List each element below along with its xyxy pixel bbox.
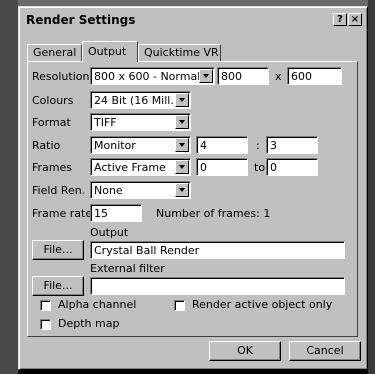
cancel-button[interactable]: Cancel: [289, 341, 361, 361]
render-settings-dialog: Render Settings ? × General Output Quick…: [18, 6, 368, 370]
colours-select[interactable]: 24 Bit (16 Mill.): [90, 91, 191, 109]
ratio-label: Ratio: [32, 139, 61, 152]
format-select-value: TIFF: [94, 116, 117, 129]
tab-output[interactable]: Output: [82, 41, 138, 62]
tab-general[interactable]: General: [27, 44, 82, 61]
frame-rate-label: Frame rate: [32, 207, 93, 220]
alpha-channel-label: Alpha channel: [58, 298, 137, 311]
depth-map-checkbox[interactable]: [40, 319, 51, 330]
frames-label: Frames: [32, 161, 73, 174]
frames-to-input[interactable]: 0: [266, 158, 318, 176]
background-left: [0, 0, 18, 374]
resolution-select[interactable]: 800 x 600 - Normal: [90, 67, 215, 85]
chevron-down-icon[interactable]: [199, 69, 213, 83]
chevron-down-icon[interactable]: [175, 160, 189, 174]
chevron-down-icon[interactable]: [175, 138, 189, 152]
colours-select-value: 24 Bit (16 Mill.): [94, 94, 179, 107]
frame-rate-input[interactable]: 15: [90, 204, 142, 222]
chevron-down-icon[interactable]: [175, 183, 189, 197]
title-bar[interactable]: Render Settings ? ×: [21, 9, 365, 29]
ratio-select-value: Monitor: [94, 139, 136, 152]
render-active-only-label: Render active object only: [192, 298, 333, 311]
ratio-select[interactable]: Monitor: [90, 136, 191, 154]
field-ren-select-value: None: [94, 184, 123, 197]
chevron-down-icon[interactable]: [175, 93, 189, 107]
output-path-input[interactable]: Crystal Ball Render: [90, 241, 345, 259]
field-ren-select[interactable]: None: [90, 181, 191, 199]
resolution-x-label: x: [275, 70, 282, 83]
help-button[interactable]: ?: [333, 13, 347, 26]
external-filter-file-button[interactable]: File...: [32, 276, 84, 296]
depth-map-label: Depth map: [58, 317, 120, 330]
colours-label: Colours: [32, 94, 74, 107]
frames-to-label: to: [254, 161, 266, 174]
frames-select-value: Active Frame: [94, 161, 166, 174]
chevron-down-icon[interactable]: [175, 115, 189, 129]
ratio-a-input[interactable]: 4: [196, 136, 248, 154]
format-label: Format: [32, 116, 71, 129]
ratio-b-input[interactable]: 3: [266, 136, 318, 154]
output-label: Output: [90, 226, 129, 239]
frames-from-input[interactable]: 0: [196, 158, 248, 176]
format-select[interactable]: TIFF: [90, 113, 191, 131]
ok-button[interactable]: OK: [209, 341, 281, 361]
frames-select[interactable]: Active Frame: [90, 158, 191, 176]
close-button[interactable]: ×: [348, 13, 362, 26]
resolution-select-value: 800 x 600 - Normal: [94, 70, 201, 83]
external-filter-label: External filter: [90, 262, 165, 275]
external-filter-input[interactable]: [90, 277, 345, 295]
resolution-label: Resolution: [32, 70, 90, 83]
alpha-channel-checkbox[interactable]: [40, 300, 51, 311]
render-active-only-checkbox[interactable]: [174, 300, 185, 311]
resolution-height-input[interactable]: 600: [287, 67, 342, 85]
field-ren-label: Field Ren.: [32, 184, 86, 197]
background-right: [368, 0, 375, 374]
tab-quicktime-vr[interactable]: Quicktime VR: [138, 44, 221, 61]
dialog-title: Render Settings: [26, 13, 136, 27]
number-of-frames-text: Number of frames: 1: [156, 207, 271, 220]
resolution-width-input[interactable]: 800: [217, 67, 269, 85]
output-panel: Resolution 800 x 600 - Normal 800 x 600 …: [27, 61, 358, 337]
output-file-button[interactable]: File...: [32, 240, 84, 260]
ratio-separator: :: [256, 139, 260, 152]
